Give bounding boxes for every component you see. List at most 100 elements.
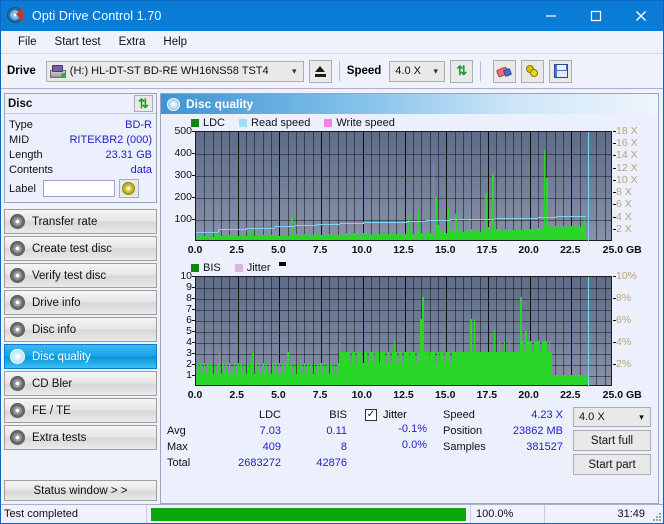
stats-row-label: Max	[167, 441, 188, 453]
y2-tick-label: 12 X	[616, 161, 638, 174]
y2-tick	[613, 276, 616, 277]
grid-line-v	[462, 132, 464, 240]
stats-row-label: Total	[167, 457, 191, 469]
disc-row-length: Length 23.31 GB	[9, 147, 152, 162]
stats-row-max: Max 409 8	[167, 439, 347, 455]
stats-panel: LDC BIS Avg 7.03 0.11 Max 409 8 Total 26…	[161, 403, 658, 503]
drive-select[interactable]: (H:) HL-DT-ST BD-RE WH16NS58 TST4 ▾	[45, 60, 304, 82]
read-speed-segment	[406, 221, 427, 223]
save-button[interactable]	[549, 59, 573, 83]
menu-file[interactable]: File	[9, 34, 46, 50]
sidebar-item-fe-te[interactable]: FE / TE	[4, 398, 157, 423]
sidebar-item-transfer-rate[interactable]: Transfer rate	[4, 209, 157, 234]
status-window-button[interactable]: Status window > >	[4, 480, 157, 501]
start-part-button[interactable]: Start part	[573, 454, 651, 475]
read-speed-segment	[426, 220, 450, 221]
x-tick-label: 10.0	[351, 389, 373, 401]
resize-grip[interactable]	[651, 505, 663, 523]
read-speed-segment	[516, 217, 538, 219]
y-tick	[192, 375, 195, 376]
start-full-button[interactable]: Start full	[573, 430, 651, 451]
refresh-icon: ⇅	[138, 95, 149, 111]
speed-select-value: 4.0 X	[395, 65, 421, 77]
legend-label-bis: BIS	[203, 262, 221, 274]
x-tick-label: 5.0	[271, 244, 286, 256]
cd-icon	[122, 182, 136, 195]
disc-row-type: Type BD-R	[9, 117, 152, 132]
jitter-scale-marker-icon	[278, 262, 286, 266]
test-speed-select[interactable]: 4.0 X ▾	[573, 407, 651, 427]
erase-button[interactable]	[493, 59, 517, 83]
stats-bis-avg: 0.11	[326, 425, 347, 437]
close-icon[interactable]	[618, 1, 663, 31]
ldc-chart[interactable]: 100 200 300 400 500 2 X4 X6 X8 X 10 X 12 X 14 X1…	[163, 125, 656, 258]
x-tick-label: 12.5	[393, 244, 414, 256]
stats-row-avg: Avg 7.03 0.11	[167, 423, 347, 439]
status-message: Test completed	[1, 505, 147, 523]
y2-tick-label: 10 X	[616, 173, 638, 186]
chevron-down-icon: ▾	[433, 65, 439, 76]
sidebar-item-extra-tests[interactable]: Extra tests	[4, 425, 157, 450]
chevron-down-icon: ▾	[292, 65, 297, 76]
sidebar-item-label: Drive info	[32, 296, 81, 309]
grid-line-v	[562, 277, 564, 385]
grid-line-v	[604, 132, 606, 240]
jitter-toggle-row[interactable]: ✓ Jitter	[365, 407, 427, 423]
drive-select-value: (H:) HL-DT-ST BD-RE WH16NS58 TST4	[69, 65, 269, 77]
y-tick	[192, 219, 195, 220]
jitter-avg: -0.1%	[398, 423, 427, 435]
disc-panel-title: Disc	[8, 97, 33, 110]
jitter-checkbox[interactable]: ✓	[365, 409, 377, 421]
grid-line-v	[237, 132, 239, 240]
position-row: Position 23862 MB	[443, 423, 563, 439]
sidebar-item-label: Disc info	[32, 323, 77, 336]
grid-line-v	[521, 132, 523, 240]
sidebar-item-label: CD Bler	[32, 377, 73, 390]
sidebar-item-label: Disc quality	[32, 350, 91, 363]
menu-extra[interactable]: Extra	[110, 34, 155, 50]
sidebar-item-disc-quality[interactable]: Disc quality	[4, 344, 157, 369]
minimize-icon[interactable]	[528, 1, 573, 31]
toolbar-divider-2	[480, 61, 482, 81]
jitter-label: Jitter	[383, 409, 407, 421]
speed-label: Speed	[346, 65, 382, 77]
grid-line-v	[504, 132, 506, 240]
refresh-button[interactable]: ⇅	[450, 59, 474, 83]
window-controls	[528, 1, 663, 31]
speed-result-label: Speed	[443, 409, 475, 421]
sidebar-item-disc-info[interactable]: Disc info	[4, 317, 157, 342]
stats-row-label: Avg	[167, 425, 186, 437]
menu-start-test[interactable]: Start test	[46, 34, 110, 50]
sidebar-item-cd-bler[interactable]: CD Bler	[4, 371, 157, 396]
maximize-icon[interactable]	[573, 1, 618, 31]
disc-row-value: data	[130, 163, 152, 176]
grid-line-v	[304, 132, 306, 240]
sidebar-item-drive-info[interactable]: Drive info	[4, 290, 157, 315]
eject-button[interactable]	[308, 59, 332, 83]
label-input[interactable]	[42, 180, 115, 197]
read-speed-segment	[217, 230, 219, 232]
disc-refresh-button[interactable]: ⇅	[134, 95, 153, 112]
refresh-icon: ⇅	[456, 63, 468, 78]
grid-line-v	[512, 132, 514, 240]
label-apply-button[interactable]	[118, 179, 139, 198]
menu-help[interactable]: Help	[154, 34, 196, 50]
end-of-data-marker	[587, 132, 589, 242]
y2-tick	[613, 298, 616, 299]
speed-select[interactable]: 4.0 X ▾	[389, 60, 446, 82]
elapsed-time: 31:49	[617, 508, 645, 520]
position-label: Position	[443, 425, 483, 437]
grid-line-h	[196, 299, 611, 300]
y2-tick-label: 18 X	[616, 125, 638, 137]
sidebar-item-create-test-disc[interactable]: Create test disc	[4, 236, 157, 261]
stats-ldc-total: 2683272	[238, 457, 281, 469]
disc-row-mid: MID RITEKBR2 (000)	[9, 132, 152, 147]
sidebar-item-verify-test-disc[interactable]: Verify test disc	[4, 263, 157, 288]
disc-icon	[10, 295, 25, 310]
stats-table: LDC BIS Avg 7.03 0.11 Max 409 8 Total 26…	[167, 407, 347, 503]
x-tick-label: 22.5	[560, 244, 581, 256]
plug-button[interactable]	[521, 59, 545, 83]
grid-line-v	[262, 132, 264, 240]
bis-chart[interactable]: 1 2 3 4 5 6 7 8 9 10 2% 4% 6% 8% 10% 0.0 2.5 5.0 7.5 10.0 12…	[163, 270, 656, 403]
x-tick-label: 0.0	[187, 389, 203, 401]
